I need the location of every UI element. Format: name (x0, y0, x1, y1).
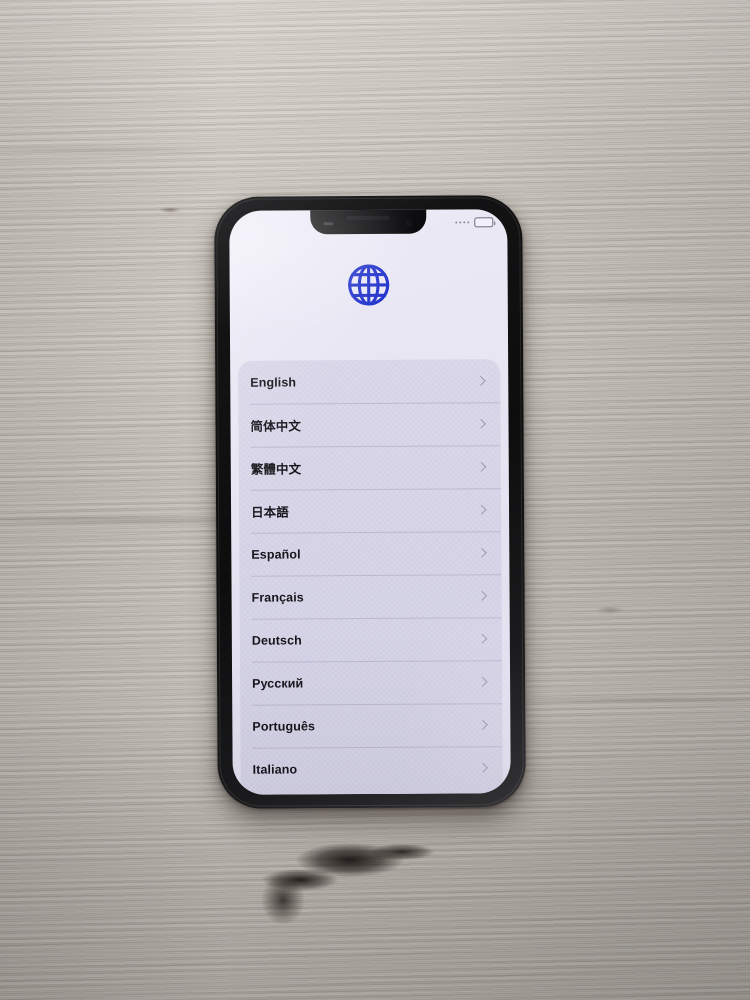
proximity-sensor-icon (323, 222, 334, 226)
status-bar (455, 213, 494, 231)
chevron-right-icon (478, 762, 489, 773)
language-label: Português (252, 718, 316, 734)
language-label: Español (251, 546, 301, 562)
language-selection-screen: English 简体中文 繁體中文 日本語 Español Français D… (229, 209, 511, 795)
signal-dots-icon (455, 221, 470, 224)
language-item-italian[interactable]: Italiano (240, 746, 502, 791)
notch (310, 209, 427, 235)
language-label: Русский (252, 675, 304, 691)
language-label: 繁體中文 (250, 462, 302, 477)
language-item-german[interactable]: Deutsch (240, 617, 502, 662)
battery-icon (474, 217, 494, 228)
earpiece-speaker-icon (346, 215, 391, 221)
language-item-spanish[interactable]: Español (239, 531, 501, 576)
language-label: English (250, 374, 297, 390)
language-label: Italiano (252, 761, 298, 777)
language-item-english[interactable]: English (238, 359, 500, 404)
language-item-french[interactable]: Français (239, 574, 501, 619)
chevron-right-icon (477, 719, 488, 730)
language-item-portuguese[interactable]: Português (240, 703, 502, 748)
language-label: Français (251, 589, 304, 605)
language-item-traditional-chinese[interactable]: 繁體中文 (239, 445, 501, 490)
globe-icon (348, 264, 390, 306)
front-camera-icon (406, 219, 413, 226)
iphone-device: English 简体中文 繁體中文 日本語 Español Français D… (214, 195, 526, 809)
language-item-simplified-chinese[interactable]: 简体中文 (238, 402, 500, 447)
chevron-right-icon (477, 590, 488, 601)
language-item-japanese[interactable]: 日本語 (239, 488, 501, 533)
language-label: Deutsch (251, 632, 302, 648)
language-list: English 简体中文 繁體中文 日本語 Español Français D… (238, 359, 503, 795)
language-item-russian[interactable]: Русский (240, 660, 502, 705)
chevron-right-icon (475, 375, 486, 386)
language-label: 日本語 (251, 505, 289, 520)
language-label: 简体中文 (250, 419, 301, 434)
chevron-right-icon (476, 504, 487, 515)
chevron-right-icon (476, 547, 487, 558)
phone-screen: English 简体中文 繁體中文 日本語 Español Français D… (229, 209, 511, 795)
